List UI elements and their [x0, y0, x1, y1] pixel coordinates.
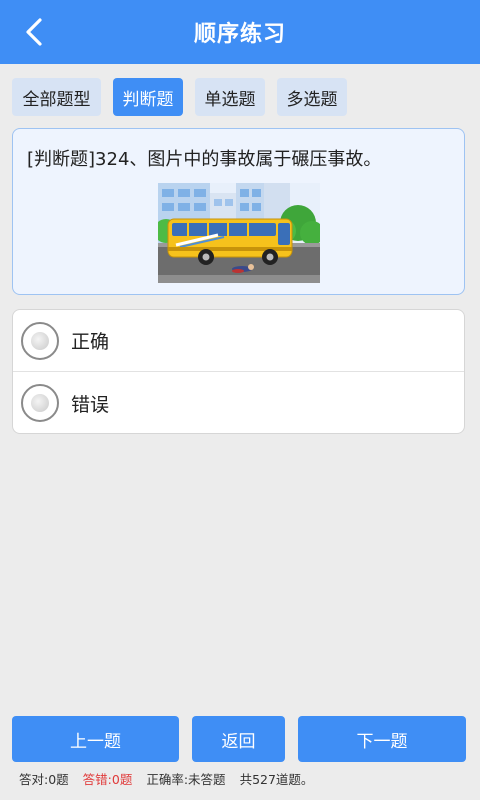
options-card: 正确 错误: [12, 309, 465, 434]
status-bar: 答对:0题 答错:0题 正确率:未答题 共527道题。: [19, 768, 313, 788]
correct-count: 答对:0题: [19, 771, 69, 787]
tab-all-types[interactable]: 全部题型: [12, 78, 101, 116]
tab-true-false[interactable]: 判断题: [113, 78, 183, 116]
wrong-count: 答错:0题: [82, 771, 133, 787]
page-title: 顺序练习: [193, 22, 286, 47]
option-label: 正确: [71, 331, 110, 353]
question-card: [判断题]324、图片中的事故属于碾压事故。: [12, 128, 465, 295]
question-image: [158, 183, 320, 283]
next-question-button[interactable]: 下一题: [298, 716, 466, 762]
question-type-tabs: 全部题型 判断题 单选题 多选题: [12, 78, 347, 116]
tab-multiple-choice[interactable]: 多选题: [277, 78, 347, 116]
radio-button[interactable]: [21, 384, 59, 422]
question-text: [判断题]324、图片中的事故属于碾压事故。: [27, 149, 382, 170]
tab-single-choice[interactable]: 单选题: [195, 78, 265, 116]
header-bar: 顺序练习: [0, 0, 480, 64]
back-button[interactable]: [14, 12, 54, 52]
previous-question-button[interactable]: 上一题: [12, 716, 179, 762]
bus-accident-illustration: [158, 183, 320, 283]
option-false[interactable]: 错误: [13, 372, 464, 434]
total-count: 共527道题。: [239, 771, 314, 787]
radio-button[interactable]: [21, 321, 59, 360]
bottom-nav: 上一题 返回 下一题: [12, 716, 466, 762]
return-button[interactable]: 返回: [192, 716, 285, 762]
chevron-left-icon: [26, 18, 42, 46]
option-true[interactable]: 正确: [13, 310, 464, 372]
accuracy-rate: 正确率:未答题: [146, 771, 226, 787]
option-label: 错误: [71, 393, 110, 416]
